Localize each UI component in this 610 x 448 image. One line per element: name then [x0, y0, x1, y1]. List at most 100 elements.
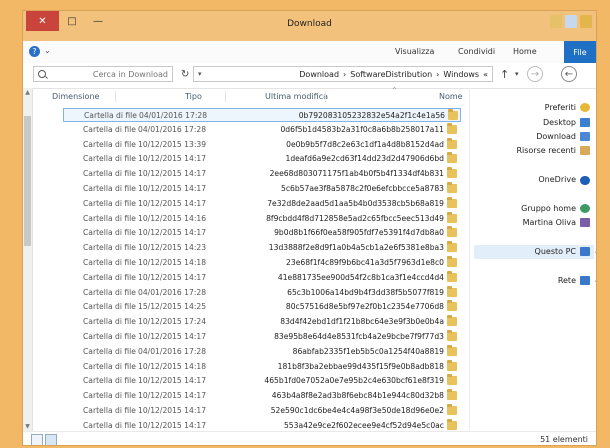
- cell-type: Cartella di file: [83, 346, 136, 356]
- tab-file[interactable]: File: [564, 41, 596, 63]
- folder-icon: [447, 374, 457, 386]
- tab-view[interactable]: Visualizza: [395, 47, 434, 56]
- table-row[interactable]: Cartella di file 10/12/2015 14:17 5c6b57ae…: [63, 182, 461, 196]
- scroll-down-icon[interactable]: ▼: [23, 422, 32, 431]
- main-area: ▲ ▼ Dimensione Tipo Ultima modifica ^ No…: [23, 87, 596, 431]
- nav-desktop[interactable]: Desktop: [543, 118, 576, 127]
- folder-icon: [447, 196, 457, 208]
- table-row[interactable]: Cartella di file 10/12/2015 14:17 465b1fd0…: [63, 374, 461, 388]
- cell-modified: 15/12/2015 14:25: [138, 302, 207, 312]
- explorer-app-icon: [580, 15, 592, 28]
- breadcrumb-item-download[interactable]: Download: [299, 70, 339, 79]
- help-icon[interactable]: ?: [29, 46, 40, 57]
- cell-modified: 10/12/2015 13:39: [138, 139, 207, 149]
- cell-modified: 10/12/2015 14:18: [138, 258, 207, 267]
- nav-onedrive[interactable]: OneDrive: [538, 175, 576, 184]
- table-row[interactable]: Cartella di file 15/12/2015 14:25 80c57516…: [63, 300, 461, 314]
- table-row[interactable]: Cartella di file 10/12/2015 14:23 13d3888f…: [63, 241, 461, 255]
- nav-favorites[interactable]: Preferiti: [545, 103, 576, 112]
- table-row[interactable]: Cartella di file 10/12/2015 14:17 41e88173…: [63, 270, 461, 285]
- back-button[interactable]: ←: [561, 66, 577, 82]
- star-icon: [580, 103, 590, 112]
- tab-share[interactable]: Condividi: [458, 47, 495, 56]
- table-row[interactable]: Cartella di file 10/12/2015 14:17 2ee68d80…: [63, 167, 461, 181]
- table-row[interactable]: Cartella di file 10/12/2015 14:17 7e32d8de…: [63, 196, 461, 211]
- table-row[interactable]: Cartella di file 10/12/2015 14:17 1deafd6a…: [63, 152, 461, 166]
- forward-button[interactable]: →: [527, 66, 543, 82]
- item-count: 51 elementi: [540, 435, 588, 444]
- cell-modified: 10/12/2015 14:17: [138, 272, 207, 282]
- computer-icon: [580, 247, 590, 256]
- search-input[interactable]: [58, 67, 168, 81]
- refresh-icon[interactable]: ↻: [181, 69, 189, 80]
- table-row[interactable]: Cartella di file 10/12/2015 13:39 0e0b9b5f…: [63, 137, 461, 152]
- table-row[interactable]: Cartella di file 10/12/2015 14:18 181b8f3b…: [63, 359, 461, 374]
- table-row[interactable]: Cartella di file 10/12/2015 14:17 83e95b8e…: [63, 330, 461, 344]
- column-divider[interactable]: [115, 91, 116, 102]
- cell-modified: 04/01/2016 17:28: [139, 111, 208, 120]
- table-row[interactable]: Cartella di file 04/01/2016 17:28 0d6f5b1d…: [63, 122, 461, 137]
- explorer-window: ✕ □ — Download ? ⌄ Visualizza Condividi …: [22, 10, 597, 446]
- cell-modified: 10/12/2015 14:17: [138, 198, 207, 208]
- cell-type: Cartella di file: [83, 287, 136, 297]
- cell-name: 465b1fd0e7052a0e7e95b2c4e630bcf61e8f319: [264, 376, 444, 386]
- table-row[interactable]: Cartella di file 10/12/2015 17:24 83d4f42e…: [63, 315, 461, 329]
- cell-modified: 10/12/2015 17:24: [138, 317, 207, 327]
- folder-icon: [447, 152, 457, 164]
- large-icons-view-icon[interactable]: [31, 434, 43, 445]
- column-header-size[interactable]: Dimensione: [52, 92, 99, 101]
- title-bar: ✕ □ — Download: [23, 11, 596, 42]
- expand-thispc-icon[interactable]: ◂: [594, 248, 596, 256]
- cell-name: 8f9cbdd4f8d712858e5ad2c65fbcc5eec513d49: [266, 213, 444, 223]
- cell-type: Cartella di file: [83, 169, 136, 179]
- path-box[interactable]: ▾ Download › SoftwareDistribution › Wind…: [193, 66, 493, 82]
- column-divider[interactable]: [225, 91, 226, 102]
- nav-homegroup[interactable]: Gruppo home: [521, 204, 576, 213]
- nav-download[interactable]: Download: [536, 132, 576, 141]
- vertical-scrollbar[interactable]: ▲ ▼: [23, 88, 33, 431]
- column-divider[interactable]: [325, 91, 326, 102]
- ribbon-expand-icon[interactable]: ⌄: [44, 46, 51, 55]
- nav-thispc[interactable]: Questo PC: [535, 247, 576, 256]
- nav-recent[interactable]: Risorse recenti: [516, 146, 576, 155]
- cell-name: 52e590c1dc6be4e4c4a98f3e50de18d96e0e2: [270, 406, 444, 415]
- table-row[interactable]: Cartella di file 04/01/2016 17:28 86abfab2…: [63, 344, 461, 359]
- breadcrumb-item-softwaredistribution[interactable]: SoftwareDistribution: [350, 70, 432, 79]
- expand-network-icon[interactable]: ◂: [594, 277, 596, 285]
- cell-modified: 10/12/2015 14:17: [138, 332, 207, 341]
- table-row[interactable]: Cartella di file 10/12/2015 14:17 9b0d8b1f…: [63, 226, 461, 240]
- column-header-name[interactable]: Nome: [439, 92, 463, 101]
- cell-type: Cartella di file: [83, 154, 136, 164]
- search-box[interactable]: [33, 66, 173, 82]
- table-row[interactable]: Cartella di file 04/01/2016 17:28 0b792083…: [63, 108, 461, 122]
- breadcrumb-item-windows[interactable]: Windows: [443, 70, 479, 79]
- breadcrumb-overflow[interactable]: «: [483, 70, 488, 79]
- folder-icon: [447, 122, 457, 134]
- cell-name: 23e68f1f4c89f9b6bc41a3d5f7963d1e8c0: [286, 258, 444, 267]
- column-header-type[interactable]: Tipo: [185, 92, 202, 101]
- cell-name: 0d6f5b1d4583b2a31f0c8a6b8b258017a11: [280, 124, 444, 134]
- search-icon[interactable]: [38, 70, 46, 78]
- nav-user[interactable]: Martina Oliva: [523, 218, 576, 227]
- scroll-up-icon[interactable]: ▲: [23, 88, 32, 97]
- properties-qat-icon[interactable]: [565, 15, 577, 28]
- table-row[interactable]: Cartella di file 10/12/2015 14:16 8f9cbdd4…: [63, 211, 461, 226]
- recent-locations-icon[interactable]: ▾: [515, 70, 519, 78]
- table-row[interactable]: Cartella di file 10/12/2015 14:17 52e590c1…: [63, 404, 461, 418]
- up-button[interactable]: ↑: [500, 68, 509, 81]
- tab-home[interactable]: Home: [513, 47, 537, 56]
- folder-qat-icon[interactable]: [550, 15, 562, 28]
- nav-network[interactable]: Rete: [558, 276, 576, 285]
- path-dropdown-icon[interactable]: ▾: [198, 70, 202, 78]
- table-row[interactable]: Cartella di file 10/12/2015 14:17 463b4a8f…: [63, 389, 461, 403]
- table-row[interactable]: Cartella di file 10/12/2015 14:18 23e68f1f…: [63, 256, 461, 270]
- cell-type: Cartella di file: [83, 361, 136, 371]
- breadcrumb: Download › SoftwareDistribution › Window…: [299, 70, 488, 79]
- scroll-thumb[interactable]: [24, 116, 31, 246]
- table-row[interactable]: Cartella di file 04/01/2016 17:28 65c3b100…: [63, 285, 461, 300]
- cell-type: Cartella di file: [83, 228, 136, 238]
- column-header-modified[interactable]: Ultima modifica: [265, 92, 328, 101]
- cell-modified: 04/01/2016 17:28: [138, 124, 207, 134]
- folder-icon: [447, 389, 457, 401]
- details-view-icon[interactable]: [45, 434, 57, 445]
